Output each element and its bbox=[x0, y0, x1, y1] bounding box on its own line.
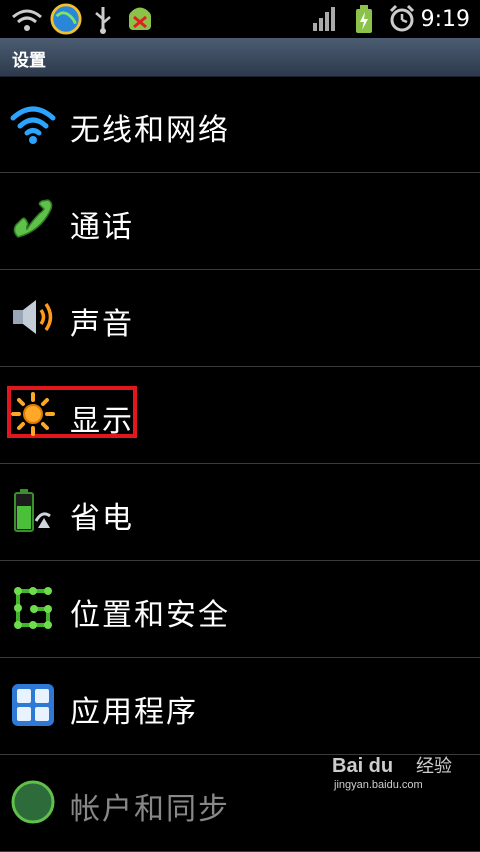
alarm-icon bbox=[389, 4, 415, 32]
watermark-url: jingyan.baidu.com bbox=[333, 779, 423, 791]
settings-list: 无线和网络 通话 声音 显示 省电 位置和安全 应用程序 帐户和同步 bbox=[0, 76, 480, 852]
phone-icon bbox=[13, 199, 53, 238]
wifi-icon bbox=[12, 9, 42, 31]
settings-item-call[interactable]: 通话 bbox=[0, 173, 480, 270]
watermark-logo: Bai du bbox=[332, 755, 393, 777]
settings-item-sound[interactable]: 声音 bbox=[0, 270, 480, 367]
brightness-icon bbox=[11, 392, 55, 436]
wifi-icon bbox=[10, 106, 56, 144]
settings-item-label: 声音 bbox=[70, 307, 134, 342]
battery-icon bbox=[356, 5, 372, 33]
usb-icon bbox=[95, 7, 111, 34]
speaker-icon bbox=[13, 300, 53, 334]
android-debug-icon bbox=[129, 7, 151, 30]
watermark-text: 经验 bbox=[416, 756, 452, 777]
location-security-icon bbox=[14, 587, 52, 629]
settings-item-power-saving[interactable]: 省电 bbox=[0, 464, 480, 561]
clock: 9:19 bbox=[420, 7, 470, 32]
settings-item-display[interactable]: 显示 bbox=[0, 367, 480, 464]
title-bar: 设置 bbox=[0, 38, 480, 77]
settings-item-location-security[interactable]: 位置和安全 bbox=[0, 561, 480, 658]
settings-item-label: 省电 bbox=[70, 501, 134, 536]
settings-item-applications[interactable]: 应用程序 bbox=[0, 658, 480, 755]
sync-icon bbox=[50, 3, 82, 35]
page-title: 设置 bbox=[12, 51, 46, 71]
applications-icon bbox=[12, 684, 54, 726]
accounts-icon bbox=[11, 780, 55, 824]
settings-item-label: 应用程序 bbox=[70, 695, 198, 730]
baidu-watermark: Bai du 经验 jingyan.baidu.com bbox=[330, 748, 470, 792]
settings-item-label: 无线和网络 bbox=[70, 113, 230, 148]
status-bar: 9:19 bbox=[0, 0, 480, 38]
settings-item-wireless[interactable]: 无线和网络 bbox=[0, 76, 480, 173]
settings-item-label: 帐户和同步 bbox=[70, 792, 230, 827]
battery-saver-icon bbox=[14, 489, 51, 532]
signal-icon bbox=[313, 7, 335, 31]
settings-item-label: 通话 bbox=[70, 210, 134, 245]
settings-item-label: 位置和安全 bbox=[70, 598, 230, 633]
settings-item-label: 显示 bbox=[70, 404, 134, 439]
